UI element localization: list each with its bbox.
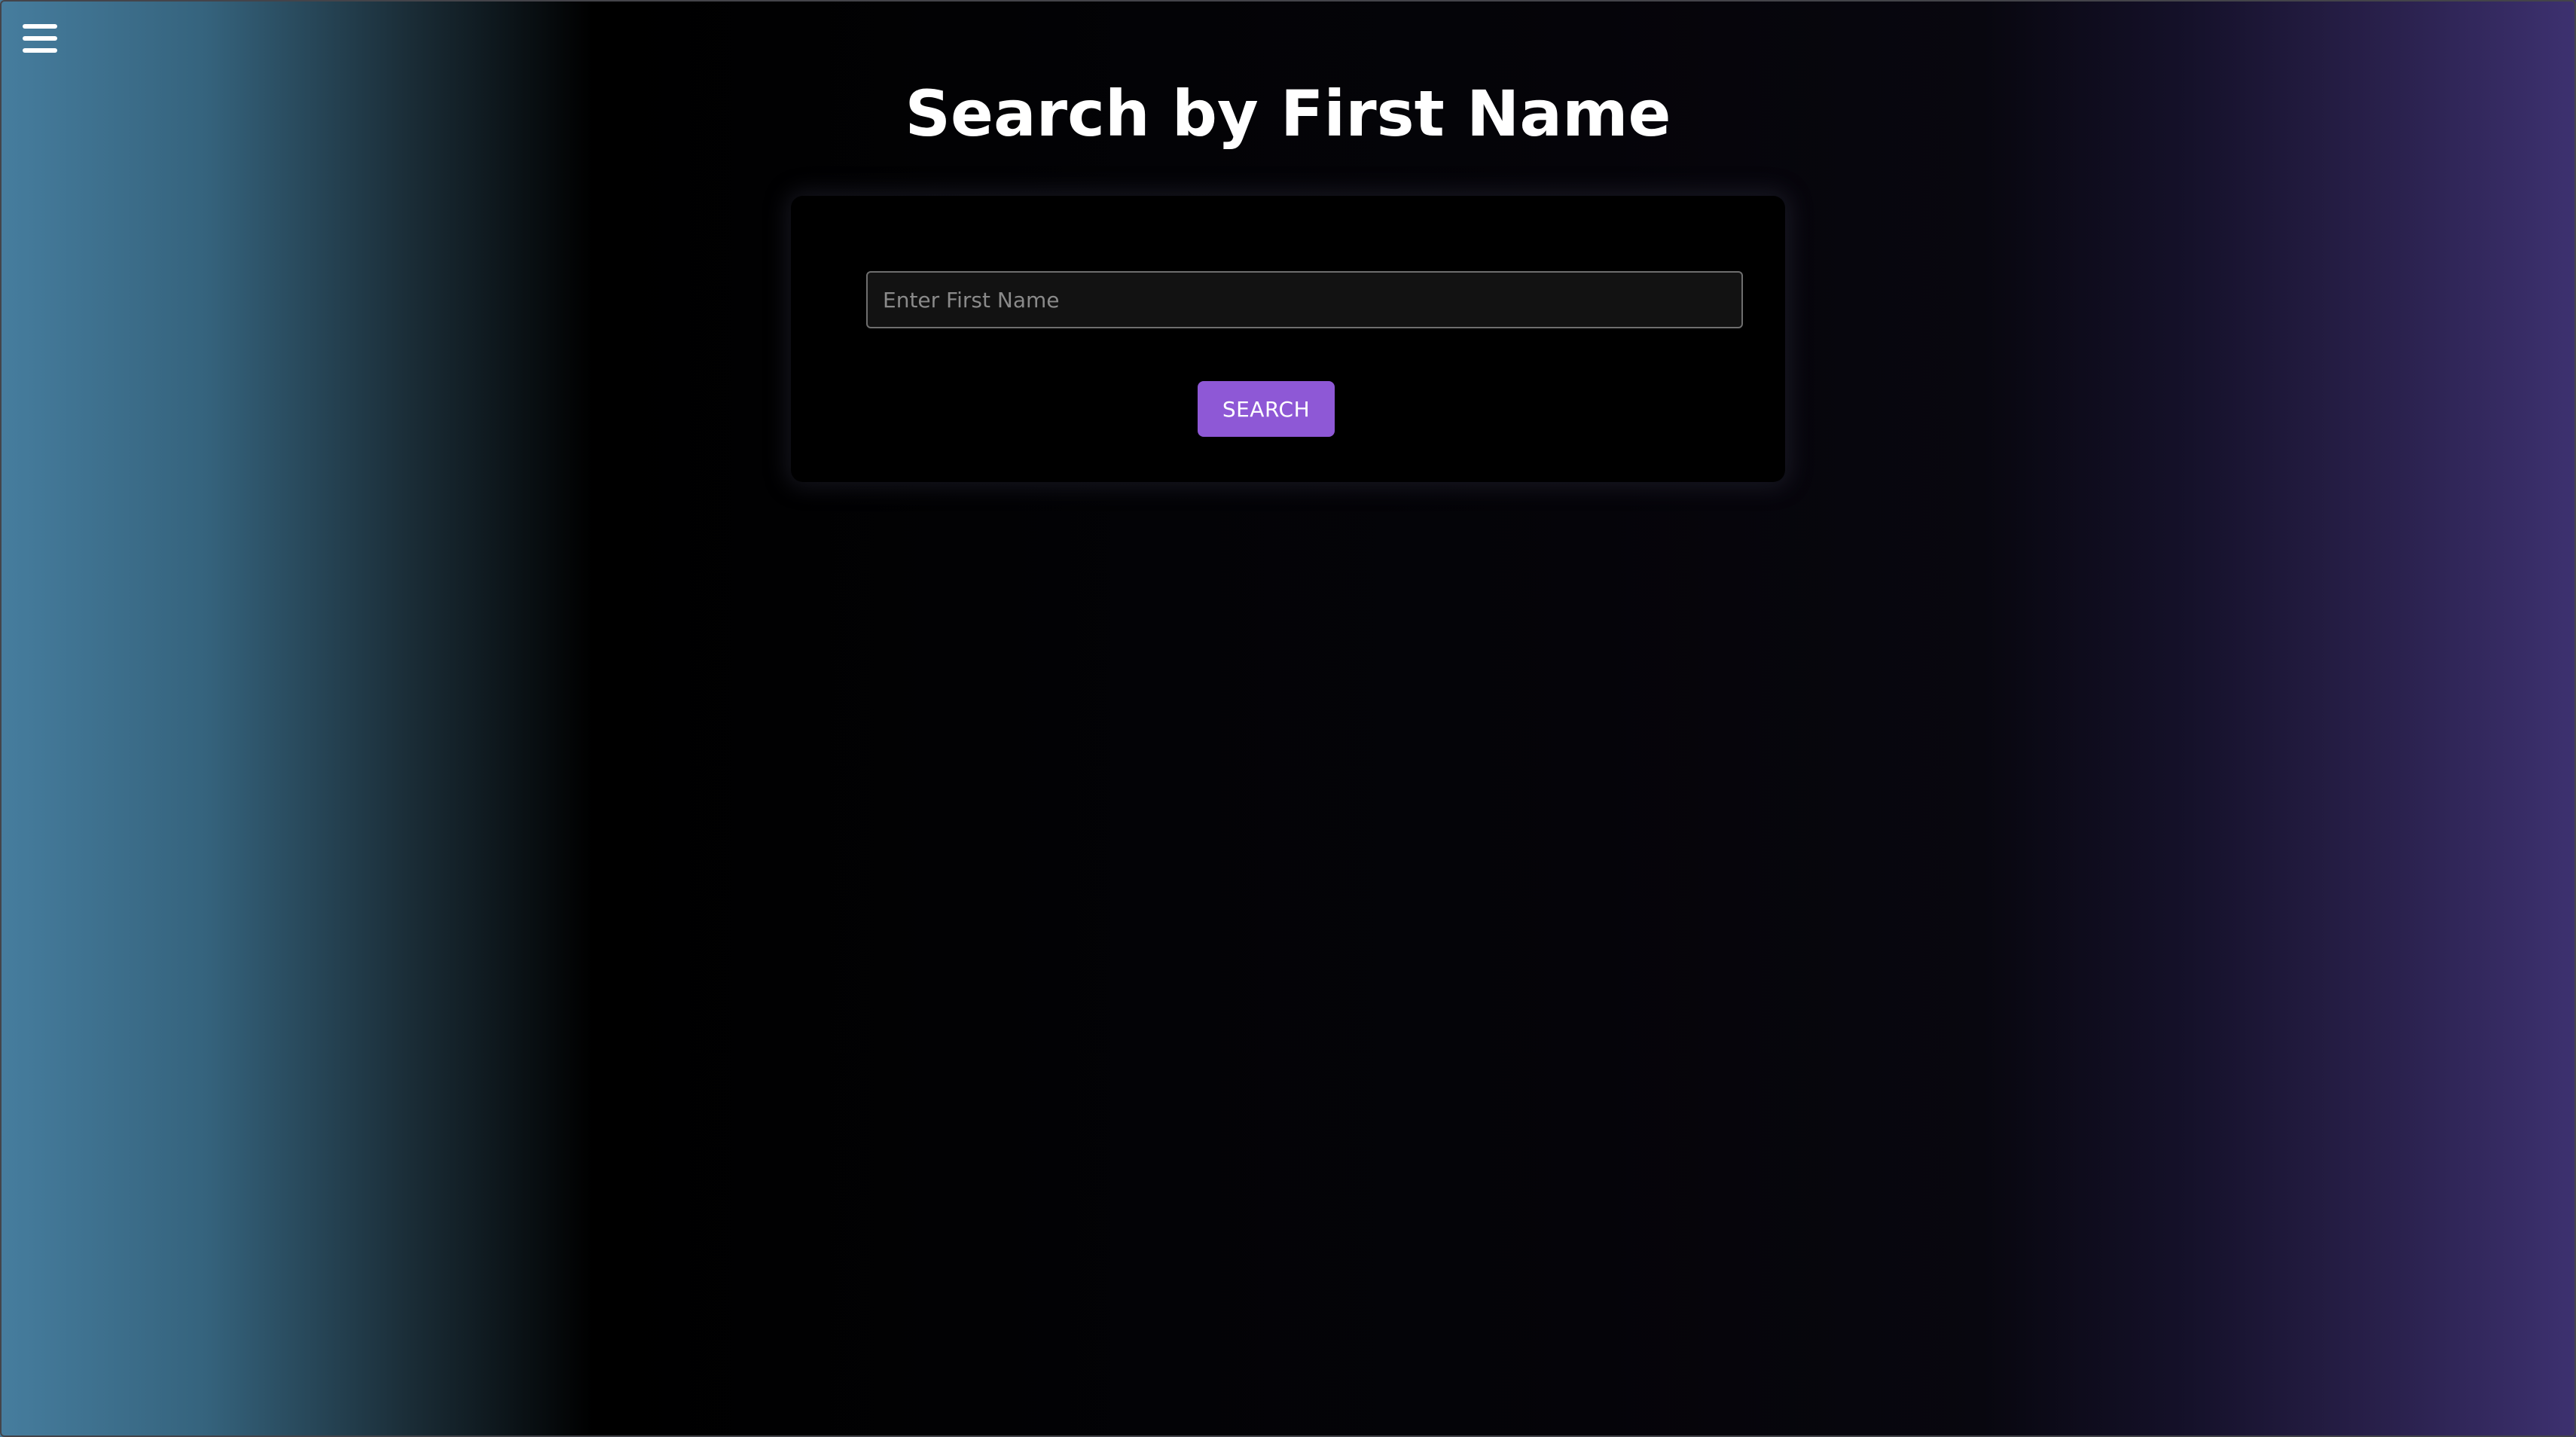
menu-bar-bottom xyxy=(23,48,57,53)
search-card: SEARCH xyxy=(791,196,1785,482)
menu-bar-top xyxy=(23,24,57,29)
menu-bar-middle xyxy=(23,36,57,41)
first-name-search-input[interactable] xyxy=(866,271,1743,328)
page-title: Search by First Name xyxy=(905,77,1671,151)
hamburger-menu-icon[interactable] xyxy=(23,24,57,54)
search-button[interactable]: SEARCH xyxy=(1198,381,1335,437)
